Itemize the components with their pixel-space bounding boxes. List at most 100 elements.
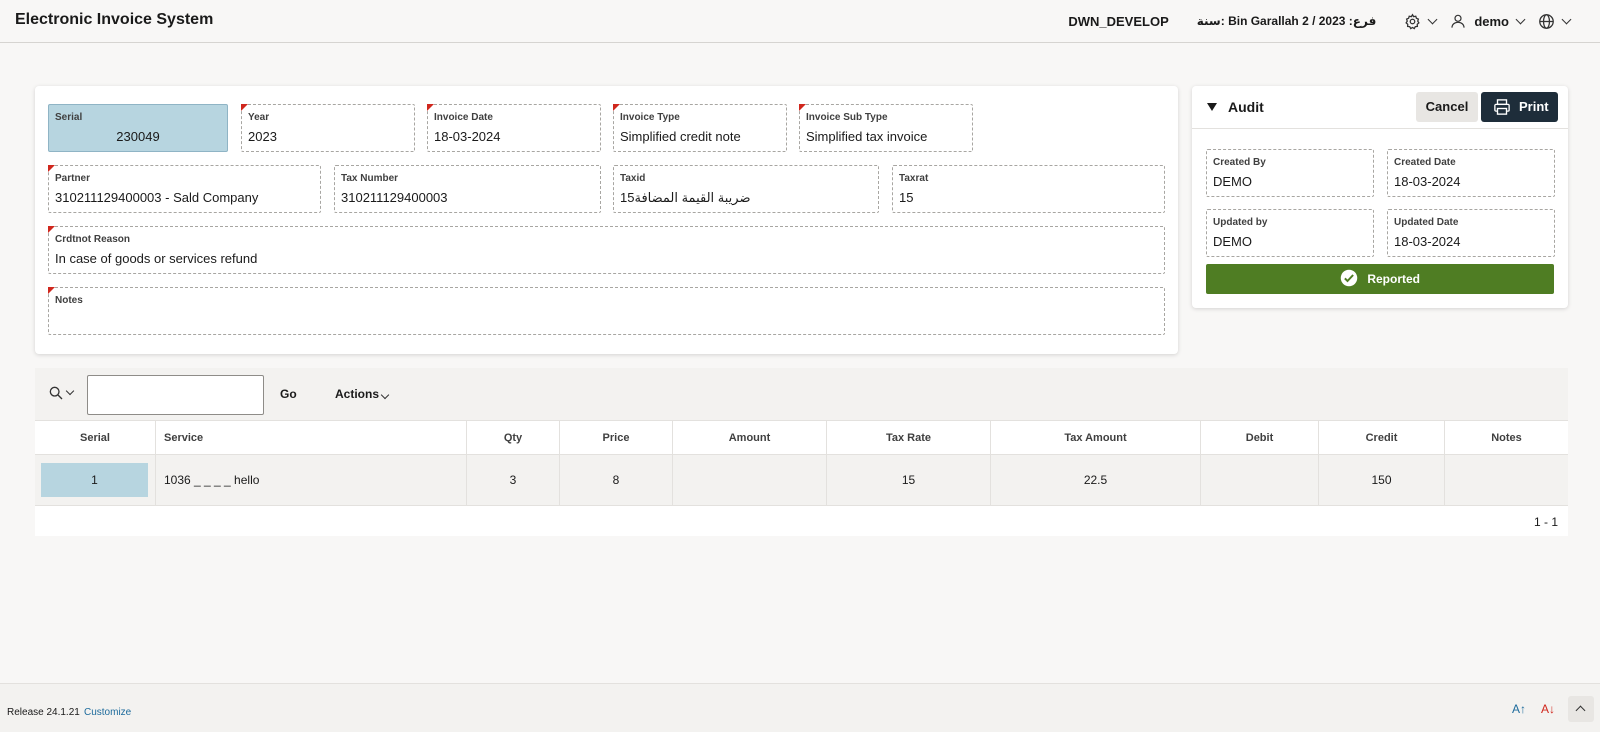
tax-number-value: 310211129400003	[341, 190, 448, 205]
settings-menu-button[interactable]	[1404, 13, 1438, 30]
print-label: Print	[1519, 99, 1549, 114]
user-menu-button[interactable]: demo	[1450, 13, 1526, 29]
cell-qty[interactable]: 3	[467, 455, 560, 506]
tax-number-label: Tax Number	[341, 173, 399, 184]
partner-label: Partner	[55, 173, 91, 184]
app-title[interactable]: Electronic Invoice System	[15, 11, 213, 29]
invoice-type-label: Invoice Type	[620, 112, 680, 123]
user-icon	[1451, 14, 1465, 28]
check-circle-icon	[1340, 270, 1358, 287]
column-header-tax-amount[interactable]: Tax Amount	[991, 421, 1201, 455]
chevron-down-icon	[1515, 14, 1526, 24]
taxrat-value: 15	[899, 190, 914, 205]
invoice-type-field[interactable]: Invoice Type Simplified credit note	[613, 104, 787, 152]
chevron-down-icon	[1561, 14, 1572, 24]
cell-tax-rate[interactable]: 15	[827, 455, 991, 506]
search-column-selector[interactable]	[48, 385, 75, 401]
cell-serial[interactable]: 1	[35, 455, 156, 506]
invoice-form-panel: Serial 230049 Year 2023 Invoice Date 18-…	[35, 86, 1178, 354]
updated-date-field[interactable]: Updated Date 18-03-2024	[1387, 209, 1555, 257]
serial-cell-value: 1	[41, 463, 148, 497]
increase-font-icon[interactable]: A↑	[1512, 702, 1526, 716]
cell-amount[interactable]	[673, 455, 827, 506]
column-header-credit[interactable]: Credit	[1319, 421, 1445, 455]
taxid-field[interactable]: Taxid ضريبة القيمة المضافة15	[613, 165, 879, 213]
taxid-label: Taxid	[620, 173, 646, 184]
column-header-debit[interactable]: Debit	[1201, 421, 1319, 455]
column-header-tax-rate[interactable]: Tax Rate	[827, 421, 991, 455]
column-header-serial[interactable]: Serial	[35, 421, 156, 455]
serial-field[interactable]: Serial 230049	[48, 104, 228, 152]
gear-icon	[1405, 13, 1421, 29]
column-header-price[interactable]: Price	[560, 421, 673, 455]
created-by-field[interactable]: Created By DEMO	[1206, 149, 1374, 197]
language-menu-button[interactable]	[1538, 13, 1572, 30]
release-version: Release 24.1.21	[7, 707, 80, 718]
printer-icon	[1494, 99, 1510, 115]
footer: Release 24.1.21 Customize A↑ A↓	[0, 683, 1600, 732]
search-icon	[49, 386, 63, 400]
crdtnot-reason-label: Crdtnot Reason	[55, 234, 130, 245]
created-by-label: Created By	[1213, 157, 1266, 168]
invoice-date-field[interactable]: Invoice Date 18-03-2024	[427, 104, 601, 152]
go-button[interactable]: Go	[280, 387, 297, 401]
cell-price[interactable]: 8	[560, 455, 673, 506]
table-header-row: Serial Service Qty Price Amount Tax Rate…	[35, 421, 1568, 455]
cell-notes[interactable]	[1445, 455, 1568, 506]
column-header-service[interactable]: Service	[156, 421, 467, 455]
crdtnot-reason-value: In case of goods or services refund	[55, 251, 258, 266]
updated-date-value: 18-03-2024	[1394, 234, 1461, 249]
actions-label: Actions	[335, 387, 380, 401]
crdtnot-reason-field[interactable]: Crdtnot Reason In case of goods or servi…	[48, 226, 1165, 274]
cell-debit[interactable]	[1201, 455, 1319, 506]
branch-info: فرع: Bin Garallah 2 / 2023 :سنة	[1196, 14, 1377, 28]
cell-service[interactable]: 1036 _ _ _ _ hello	[156, 455, 467, 506]
invoice-date-value: 18-03-2024	[434, 129, 501, 144]
year-label: Year	[248, 112, 270, 123]
invoice-sub-type-label: Invoice Sub Type	[806, 112, 888, 123]
cell-tax-amount[interactable]: 22.5	[991, 455, 1201, 506]
collapse-triangle-icon[interactable]	[1207, 103, 1217, 111]
created-date-value: 18-03-2024	[1394, 174, 1461, 189]
print-button[interactable]: Print	[1481, 92, 1558, 122]
column-header-qty[interactable]: Qty	[467, 421, 560, 455]
partner-field[interactable]: Partner 310211129400003 - Sald Company	[48, 165, 321, 213]
taxrat-field[interactable]: Taxrat 15	[892, 165, 1165, 213]
table-row[interactable]: 1 1036 _ _ _ _ hello 3 8 15 22.5 150	[35, 455, 1568, 506]
updated-by-value: DEMO	[1213, 234, 1252, 249]
audit-header: Audit Cancel Print	[1192, 86, 1568, 129]
created-date-label: Created Date	[1394, 157, 1456, 168]
chevron-down-icon	[380, 390, 390, 400]
pagination-info: 1 - 1	[1533, 515, 1558, 529]
column-header-notes[interactable]: Notes	[1445, 421, 1568, 455]
invoice-date-label: Invoice Date	[434, 112, 493, 123]
search-input[interactable]	[87, 375, 264, 415]
invoice-sub-type-field[interactable]: Invoice Sub Type Simplified tax invoice	[799, 104, 973, 152]
year-field[interactable]: Year 2023	[241, 104, 415, 152]
tax-number-field[interactable]: Tax Number 310211129400003	[334, 165, 601, 213]
audit-title[interactable]: Audit	[1228, 99, 1264, 115]
grid-toolbar: Go Actions	[35, 368, 1568, 421]
taxrat-label: Taxrat	[899, 173, 929, 184]
chevron-down-icon	[1427, 14, 1438, 24]
actions-menu-button[interactable]: Actions	[335, 387, 390, 401]
updated-by-field[interactable]: Updated by DEMO	[1206, 209, 1374, 257]
column-header-amount[interactable]: Amount	[673, 421, 827, 455]
cell-credit[interactable]: 150	[1319, 455, 1445, 506]
taxid-value: ضريبة القيمة المضافة15	[620, 190, 751, 205]
chevron-down-icon	[65, 386, 75, 396]
created-date-field[interactable]: Created Date 18-03-2024	[1387, 149, 1555, 197]
cancel-button[interactable]: Cancel	[1416, 92, 1478, 122]
serial-label: Serial	[55, 112, 83, 123]
decrease-font-icon[interactable]: A↓	[1541, 702, 1555, 716]
status-label: Reported	[1367, 272, 1420, 286]
scroll-to-top-button[interactable]	[1568, 696, 1594, 722]
notes-field[interactable]: Notes	[48, 287, 1165, 335]
status-badge: Reported	[1206, 264, 1554, 294]
partner-value: 310211129400003 - Sald Company	[55, 190, 259, 205]
customize-link[interactable]: Customize	[84, 707, 131, 718]
created-by-value: DEMO	[1213, 174, 1252, 189]
year-value: 2023	[248, 129, 277, 144]
globe-icon	[1539, 13, 1554, 29]
updated-by-label: Updated by	[1213, 217, 1268, 228]
